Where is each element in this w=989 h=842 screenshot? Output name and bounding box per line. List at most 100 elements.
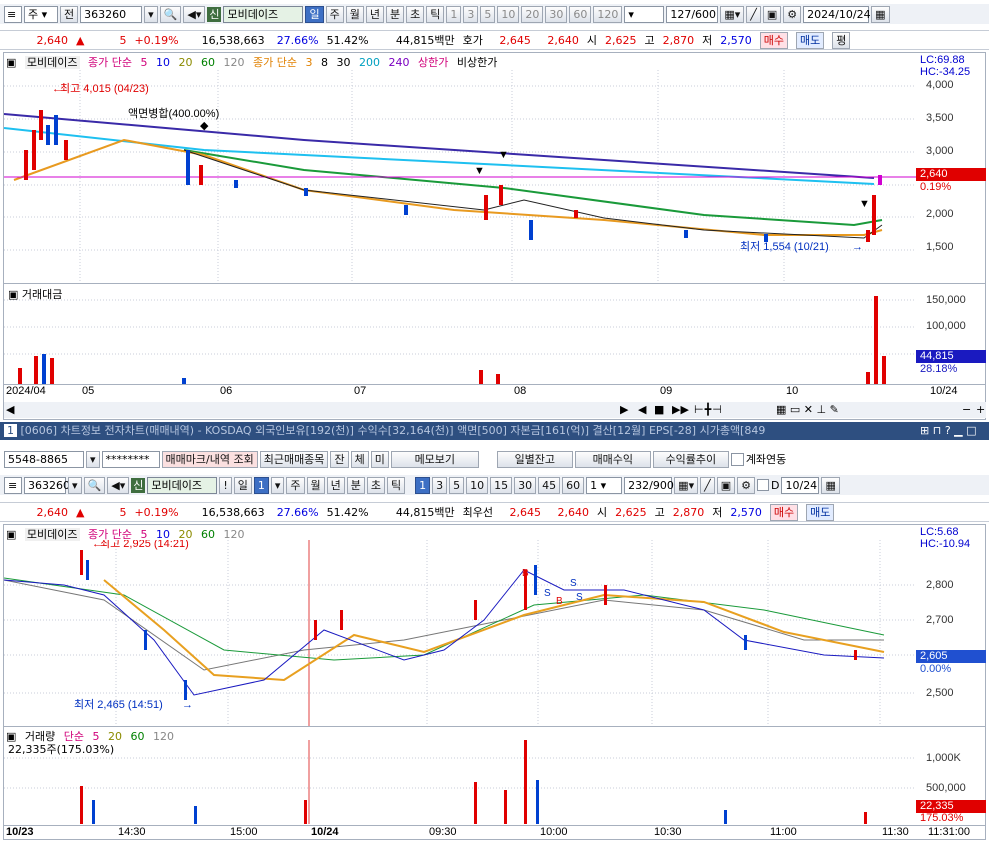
chart-tools-icon[interactable]: ▦ ▭ ✕ ⊥ ✎ [776,403,839,416]
intra-tab-minute[interactable]: 분 [346,476,365,494]
memo-button[interactable]: 메모보기 [390,450,479,468]
balance-button[interactable]: 잔 [330,450,349,468]
q2-sell-button[interactable]: 매도 [806,503,835,521]
fast-forward-icon[interactable]: ▶▶ [672,403,689,416]
intra-minute-5[interactable]: 5 [449,476,465,494]
trade-profit-button[interactable]: 매매수익 [574,450,651,468]
intra-minute-1[interactable]: 1 [415,476,431,494]
intra-gear-icon[interactable]: ⚙ [737,476,755,494]
search-icon[interactable]: 🔍 [159,5,182,23]
trade-mark-buy[interactable]: B [556,596,563,607]
period-button[interactable]: 전 [60,5,79,23]
play-back-icon[interactable]: ▶ [620,403,628,416]
tab-second[interactable]: 초 [406,5,425,23]
code-dropdown-icon[interactable]: ▾ [144,5,158,23]
intra-minute-45[interactable]: 45 [538,476,561,494]
intra-tab-second[interactable]: 초 [366,476,386,494]
play-icon[interactable]: ◀ [638,403,646,416]
filled-button[interactable]: 체 [350,450,369,468]
speaker-icon[interactable]: ◀▾ [183,5,206,23]
zoom-out-icon[interactable]: − [962,403,971,416]
sell-button[interactable]: 매도 [795,31,825,49]
minute-custom-select[interactable]: ▾ [624,5,665,23]
trade-mark-sell[interactable]: S [544,588,551,599]
scroll-left-icon[interactable]: ◀ [6,403,14,416]
intra-minute-30[interactable]: 30 [514,476,537,494]
daily-balance-button[interactable]: 일별잔고 [496,450,573,468]
intra-day-count[interactable]: 1 [253,476,269,494]
intra-search-icon[interactable]: 🔍 [83,476,106,494]
intra-code-dropdown-icon[interactable]: ▾ [68,476,82,494]
minute-30[interactable]: 30 [545,5,568,23]
minute-60[interactable]: 60 [569,5,592,23]
account-dropdown-icon[interactable]: ▾ [86,450,100,468]
intra-calendar-icon[interactable]: ▦ [821,476,840,494]
intra-speaker-icon[interactable]: ◀▾ [107,476,130,494]
intra-tab-week[interactable]: 주 [286,476,305,494]
intra-alert-button[interactable]: ! [219,476,232,494]
tab-tick[interactable]: 틱 [426,5,445,23]
menu-icon[interactable]: ≡ [4,5,22,23]
intra-tab-day[interactable]: 일 [233,476,252,494]
tab-minute[interactable]: 분 [385,5,405,23]
eval-button[interactable]: 평 [832,31,851,49]
account-link-checkbox[interactable] [730,452,744,466]
tab-week[interactable]: 주 [325,5,344,23]
intra-minute-15[interactable]: 15 [490,476,513,494]
intra-tab-year[interactable]: 년 [326,476,345,494]
buy-button[interactable]: 매수 [759,31,788,49]
trade-mark-button[interactable]: 매매마크/내역 조회 [161,450,258,468]
minute-5[interactable]: 5 [480,5,496,23]
intra-price-chart[interactable]: ← 최고 2,925 (14:21) 최저 2,465 (14:51) → B … [4,540,916,726]
minute-20[interactable]: 20 [521,5,544,23]
code-input[interactable]: 363260 [80,5,143,23]
draw-tool-icon[interactable]: ╱ [746,5,761,23]
minute-10[interactable]: 10 [497,5,520,23]
trade-mark-sell[interactable]: S [576,592,583,603]
password-field[interactable]: ******** [101,450,160,468]
market-select[interactable]: 주 ▾ [24,5,58,23]
tab-day[interactable]: 일 [305,5,324,23]
intra-save-icon[interactable]: ▣ [716,476,736,494]
calendar-icon[interactable]: ▦ [871,5,890,23]
tab-year[interactable]: 년 [365,5,384,23]
window-pin-icon[interactable]: ⊓ [933,424,942,437]
intra-interval-select[interactable]: 1 ▾ [586,476,623,494]
intra-code-input[interactable]: 363260 [24,476,70,494]
window-max-icon[interactable]: □ [966,424,976,437]
intra-minute-60[interactable]: 60 [562,476,585,494]
intra-minute-3[interactable]: 3 [432,476,448,494]
stop-icon[interactable]: ■ [654,403,664,416]
recent-trades-button[interactable]: 최근매매종목 [259,450,329,468]
intra-date-input[interactable]: 10/24 [781,476,820,494]
window-link-icon[interactable]: ⊞ [920,424,929,437]
intra-tab-tick[interactable]: 틱 [387,476,406,494]
window-controls[interactable]: ⊞ ⊓ ? ▁ □ ✕ [920,424,989,450]
daily-price-chart[interactable]: ← 최고 4,015 (04/23) 액면병합(400.00%) 최저 1,55… [4,70,916,282]
intra-tab-month[interactable]: 월 [306,476,325,494]
date-input[interactable]: 2024/10/24 [803,5,871,23]
minute-3[interactable]: 3 [463,5,479,23]
profit-trend-button[interactable]: 수익률추이 [652,450,729,468]
trade-mark-buy[interactable]: B [522,568,529,579]
trade-mark-sell[interactable]: S [570,578,577,589]
help-icon[interactable]: ? [945,424,951,437]
account-select[interactable]: 5548-8865 [4,450,84,468]
zoom-in-icon[interactable]: + [976,403,985,416]
intra-menu-icon[interactable]: ≡ [4,476,22,494]
minute-120[interactable]: 120 [593,5,623,23]
intra-compare-icon[interactable]: ▦▾ [674,476,699,494]
intra-d-checkbox[interactable] [757,479,769,491]
intra-day-dropdown-icon[interactable]: ▾ [270,476,285,494]
compare-icon[interactable]: ▦▾ [720,5,745,23]
intra-draw-icon[interactable]: ╱ [700,476,715,494]
window-min-icon[interactable]: ▁ [954,424,962,437]
minute-1[interactable]: 1 [446,5,462,23]
gear-icon[interactable]: ⚙ [783,5,802,23]
tab-month[interactable]: 월 [345,5,364,23]
daily-scrollbar[interactable]: ◀ ▶ ◀ ■ ▶▶ ⊢╋⊣ ▦ ▭ ✕ ⊥ ✎ − + [4,402,986,418]
q2-buy-button[interactable]: 매수 [769,503,799,521]
unfilled-button[interactable]: 미 [370,450,389,468]
intra-minute-10[interactable]: 10 [466,476,489,494]
save-icon[interactable]: ▣ [762,5,782,23]
